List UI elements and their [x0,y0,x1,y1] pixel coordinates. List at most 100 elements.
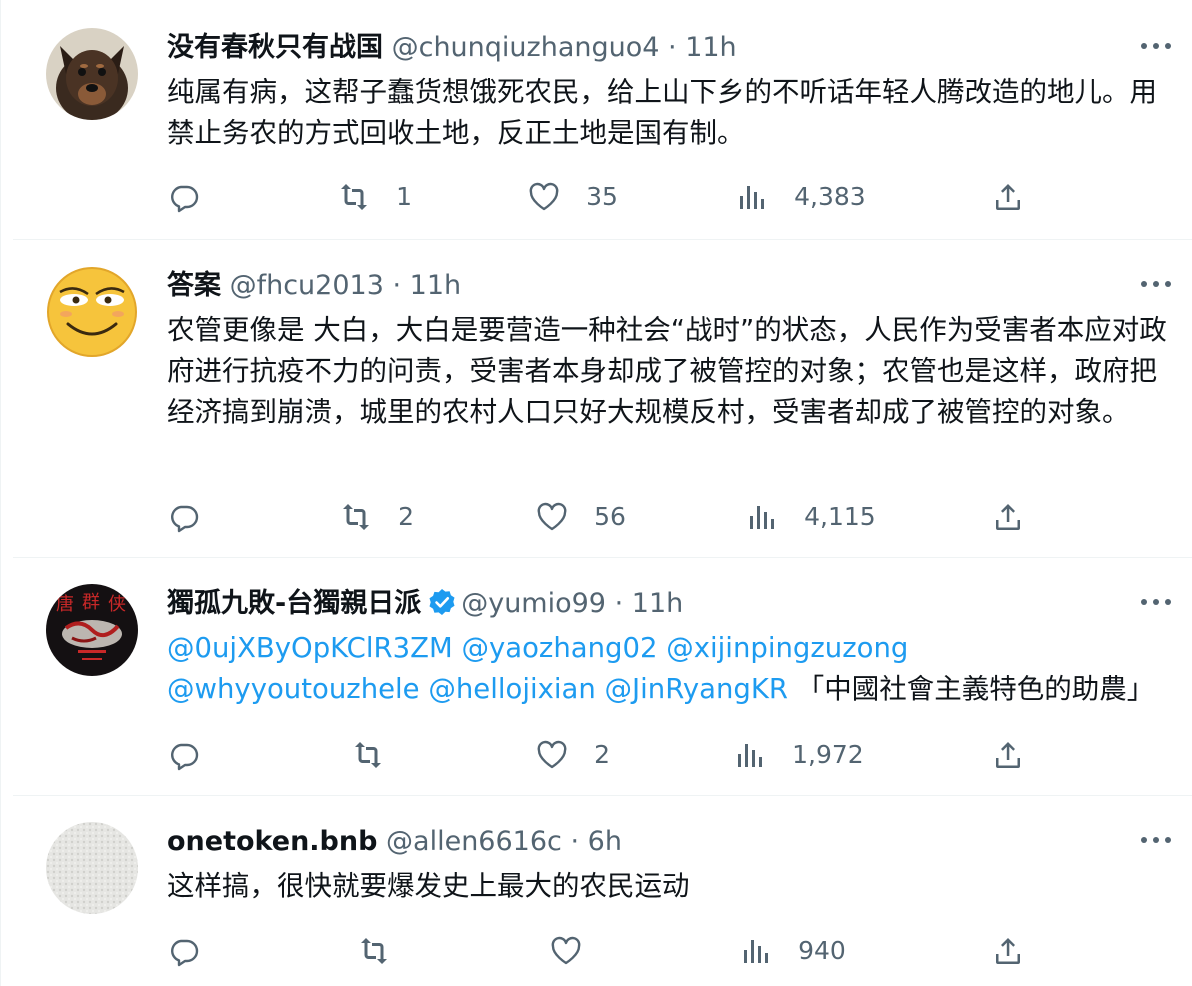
tweet-header: onetoken.bnb @allen6616c · 6h [167,822,622,862]
display-name[interactable]: 獨孤九敗-台獨親日派 [167,588,421,619]
tweet-text: @0ujXByOpKClR3ZM @yaozhang02 @xijinpingz… [167,628,1167,710]
user-handle[interactable]: @allen6616c [386,826,562,857]
share-icon [996,503,1020,530]
display-name[interactable]: 没有春秋只有战国 [167,32,383,63]
reply-icon [171,505,199,532]
heart-icon [551,936,581,964]
like-button[interactable]: 35 [527,176,618,216]
tweet-text-body: 「中國社會主義特色的助農」 [796,673,1155,705]
dark-artwork-avatar-icon: 唐 群 侠 [46,584,138,676]
retweet-icon [355,741,381,768]
view-count: 940 [798,935,846,965]
retweet-button[interactable]: 1 [337,176,412,216]
analytics-icon [750,505,774,529]
timestamp[interactable]: 6h [588,826,622,857]
timestamp[interactable]: 11h [685,32,736,63]
separator: · [392,270,402,301]
tweet[interactable]: 唐 群 侠 獨孤九敗-台獨親日派 @yumio99 · 11h @0ujXByO… [13,558,1192,796]
tweet-header: 答案 @fhcu2013 · 11h [167,266,461,306]
tweet-header: 獨孤九敗-台獨親日派 @yumio99 · 11h [167,584,683,624]
mention-link[interactable]: @0ujXByOpKClR3ZM [167,632,453,664]
share-button[interactable] [991,496,1025,536]
like-count: 2 [594,739,610,769]
separator: · [570,826,580,857]
retweet-count: 2 [398,501,414,531]
analytics-icon [740,185,764,209]
reply-icon [171,743,199,770]
tweet[interactable]: 答案 @fhcu2013 · 11h 农管更像是 大白，大白是要营造一种社会“战… [13,240,1192,558]
views-button[interactable]: 940 [739,930,846,970]
tweet[interactable]: onetoken.bnb @allen6616c · 6h 这样搞，很快就要爆发… [13,796,1192,986]
like-count: 56 [594,501,626,531]
share-icon [996,183,1020,210]
analytics-icon [738,743,762,767]
mention-link[interactable]: @yaozhang02 [461,632,657,664]
svg-text:唐: 唐 [56,594,74,615]
avatar[interactable]: 唐 群 侠 [46,584,138,676]
more-options-icon[interactable] [1139,36,1173,56]
mention-link[interactable]: @xijinpingzuzong [666,632,908,664]
reply-button[interactable] [167,496,226,536]
timeline-feed: 没有春秋只有战国 @chunqiuzhanguo4 · 11h 纯属有病，这帮子… [0,0,1192,986]
mention-link[interactable]: @whyyoutouzhele [167,673,420,705]
tweet-text: 这样搞，很快就要爆发史上最大的农民运动 [167,870,690,902]
avatar[interactable] [46,266,138,358]
share-icon [996,741,1020,768]
share-icon [996,937,1020,964]
timestamp[interactable]: 11h [410,270,461,301]
retweet-icon [343,503,369,530]
views-button[interactable]: 4,115 [745,496,876,536]
more-options-icon[interactable] [1139,830,1173,850]
svg-text:群: 群 [82,592,100,613]
like-button[interactable] [549,930,608,970]
tweet-text: 纯属有病，这帮子蠢货想饿死农民，给上山下乡的不听话年轻人腾改造的地儿。用禁止务农… [167,76,1157,149]
retweet-icon [361,937,387,964]
like-count: 35 [586,181,618,211]
share-button[interactable] [991,734,1025,774]
reply-icon [171,185,199,212]
reply-icon [171,939,199,966]
retweet-button[interactable] [357,930,416,970]
more-options-icon[interactable] [1139,274,1173,294]
heart-icon [529,182,559,210]
more-options-icon[interactable] [1139,592,1173,612]
reply-button[interactable] [167,930,226,970]
verified-badge-icon [429,589,455,615]
reply-button[interactable] [167,734,226,774]
separator: · [614,588,624,619]
dog-avatar-icon [46,28,138,120]
retweet-button[interactable]: 2 [339,496,414,536]
display-name[interactable]: onetoken.bnb [167,826,377,857]
separator: · [668,32,677,63]
svg-text:侠: 侠 [108,594,126,615]
mention-link[interactable]: @hellojixian [428,673,595,705]
avatar[interactable] [46,28,138,120]
reply-button[interactable] [167,176,226,216]
tweet[interactable]: 没有春秋只有战国 @chunqiuzhanguo4 · 11h 纯属有病，这帮子… [13,0,1192,240]
retweet-button[interactable] [351,734,410,774]
analytics-icon [744,939,768,963]
avatar[interactable] [46,822,138,914]
user-handle[interactable]: @chunqiuzhanguo4 [392,32,660,63]
share-button[interactable] [991,930,1025,970]
share-button[interactable] [991,176,1025,216]
heart-icon [537,740,567,768]
tweet-header: 没有春秋只有战国 @chunqiuzhanguo4 · 11h [167,28,737,68]
white-texture-avatar-icon [46,822,138,914]
view-count: 4,115 [804,501,876,531]
like-button[interactable]: 56 [535,496,626,536]
views-button[interactable]: 4,383 [735,176,866,216]
view-count: 1,972 [792,739,864,769]
view-count: 4,383 [794,181,866,211]
tweet-text: 农管更像是 大白，大白是要营造一种社会“战时”的状态，人民作为受害者本应对政府进… [167,314,1167,428]
retweet-count: 1 [396,181,412,211]
timestamp[interactable]: 11h [632,588,683,619]
smiley-avatar-icon [46,266,138,358]
views-button[interactable]: 1,972 [733,734,864,774]
mention-link[interactable]: @JinRyangKR [605,673,788,705]
user-handle[interactable]: @yumio99 [461,588,606,619]
like-button[interactable]: 2 [535,734,610,774]
display-name[interactable]: 答案 [167,270,221,301]
heart-icon [537,502,567,530]
user-handle[interactable]: @fhcu2013 [230,270,384,301]
